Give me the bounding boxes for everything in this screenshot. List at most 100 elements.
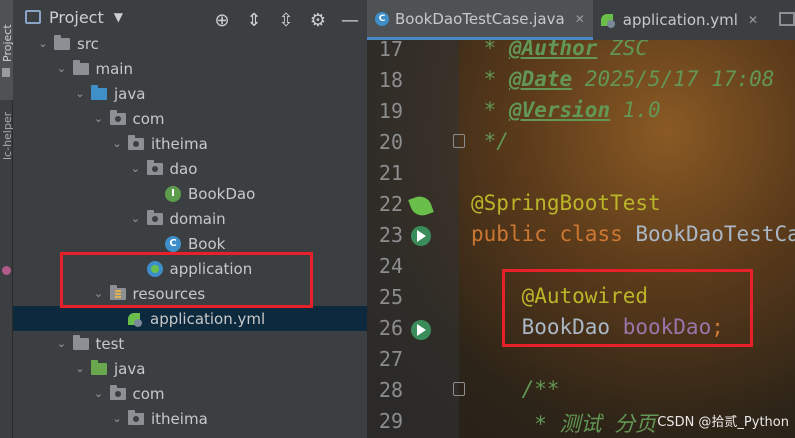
chevron-down-icon[interactable]: ⌄ xyxy=(94,287,104,300)
code-editor[interactable]: 17 * @Author ZSC 18 * @Date 2025/5/17 17:… xyxy=(367,0,795,438)
tree-item[interactable]: ⌄ test xyxy=(13,331,367,356)
package-icon xyxy=(128,134,144,150)
tree-item-label: dao xyxy=(169,159,198,178)
tree-item[interactable]: ⌄ itheima xyxy=(13,131,367,156)
tree-item[interactable]: ⌄ com xyxy=(13,106,367,131)
interface-icon: I xyxy=(165,185,181,202)
code-line[interactable]: /** xyxy=(471,377,560,401)
gear-icon[interactable]: ⚙ xyxy=(307,10,329,32)
project-panel: ⌄ src ⌄ main ⌄ java ⌄ com ⌄ itheima ⌄ dao ⌄ I BookDao ⌄… xyxy=(13,0,367,438)
line-number: 18 xyxy=(378,68,403,92)
chevron-down-icon[interactable]: ⌄ xyxy=(112,137,122,150)
editor-tab-bar: C BookDaoTestCase.java ✕ application.yml… xyxy=(367,0,795,40)
line-number: 24 xyxy=(378,254,403,278)
line-number: 19 xyxy=(378,99,403,123)
tree-item[interactable]: ⌄ dao xyxy=(13,156,367,181)
tree-item[interactable]: ⌄ java xyxy=(13,356,367,381)
tool-window-strip: Project lc-helper xyxy=(0,0,14,438)
tab-label: application.yml xyxy=(622,11,738,29)
chevron-down-icon[interactable]: ⌄ xyxy=(94,387,104,400)
watermark: CSDN @拾贰_Python xyxy=(657,415,789,430)
code-token: @Autowired xyxy=(471,284,649,308)
autowired-navigate-icon[interactable] xyxy=(411,320,431,340)
tree-item[interactable]: ⌄ main xyxy=(13,56,367,81)
close-icon[interactable]: ✕ xyxy=(575,12,585,26)
project-tool-tab[interactable]: Project xyxy=(0,0,14,100)
code-line[interactable]: * @Version 1.0 xyxy=(471,98,661,122)
package-icon xyxy=(109,109,126,125)
tree-item[interactable]: ⌄IBookDao xyxy=(13,181,367,206)
project-view-icon xyxy=(25,10,41,24)
code-line[interactable]: * @Date 2025/5/17 17:08 xyxy=(471,67,775,91)
expand-icon[interactable]: ⇕ xyxy=(243,10,265,32)
code-token: class xyxy=(559,222,636,246)
tree-item-label: application.yml xyxy=(150,309,266,328)
run-test-icon[interactable] xyxy=(411,226,431,246)
line-number: 29 xyxy=(378,409,403,433)
source-folder-icon xyxy=(91,84,107,100)
code-token: * xyxy=(471,67,509,91)
tree-item[interactable]: ⌄ resources xyxy=(13,281,367,306)
line-number: 27 xyxy=(378,347,403,371)
code-line[interactable]: public class BookDaoTestCase xyxy=(471,222,795,246)
java-class-icon: C xyxy=(375,11,389,26)
chevron-down-icon[interactable]: ⌄ xyxy=(75,362,85,375)
tree-item-label: domain xyxy=(169,209,226,228)
spring-application-icon xyxy=(146,260,163,277)
folder-icon xyxy=(72,59,89,75)
code-line[interactable]: @Autowired xyxy=(471,284,648,308)
lc-helper-icon xyxy=(2,266,11,275)
tree-item[interactable]: ⌄ src xyxy=(13,31,367,56)
tree-item[interactable]: ⌄ domain xyxy=(13,206,367,231)
split-view-icon[interactable] xyxy=(779,12,795,26)
code-token: BookDao xyxy=(471,315,623,339)
project-panel-title: Project xyxy=(49,7,104,27)
code-token: 1.0 xyxy=(610,98,661,122)
tree-item-label: itheima xyxy=(151,409,208,428)
chevron-down-icon[interactable]: ⌄ xyxy=(38,37,48,50)
line-number: 17 xyxy=(378,37,403,61)
chevron-down-icon[interactable]: ⌄ xyxy=(131,212,141,225)
code-token: @Date xyxy=(508,67,573,91)
tab-application-yml[interactable]: application.yml ✕ xyxy=(593,0,766,40)
tree-item[interactable]: ⌄application.yml xyxy=(13,306,367,331)
line-number: 20 xyxy=(378,130,403,154)
lc-helper-dot xyxy=(0,100,13,275)
code-line[interactable]: */ xyxy=(471,129,509,153)
tree-item[interactable]: ⌄ itheima xyxy=(13,406,367,431)
code-line[interactable]: BookDao bookDao; xyxy=(471,315,724,339)
tab-bookdaotestcase[interactable]: C BookDaoTestCase.java ✕ xyxy=(367,0,593,40)
chevron-down-icon[interactable]: ⌄ xyxy=(57,62,67,75)
tree-item-label: application xyxy=(169,259,253,278)
code-line[interactable]: @SpringBootTest xyxy=(471,191,661,215)
resources-folder-icon xyxy=(109,284,126,300)
code-token: * 测试 分页 xyxy=(471,412,657,436)
fold-marker-icon[interactable] xyxy=(453,382,465,396)
code-token: 2025/5/17 17:08 xyxy=(572,67,775,91)
yml-file-icon xyxy=(600,12,617,28)
project-view-selector[interactable]: Project ▼ xyxy=(25,8,123,27)
tree-item-label: main xyxy=(95,59,133,78)
collapse-icon[interactable]: ⇳ xyxy=(275,10,297,32)
class-icon: C xyxy=(165,235,181,252)
tree-item[interactable]: ⌄CBook xyxy=(13,231,367,256)
tree-item[interactable]: ⌄ com xyxy=(13,381,367,406)
code-token: @SpringBootTest xyxy=(471,191,661,215)
chevron-down-icon[interactable]: ⌄ xyxy=(112,412,122,425)
chevron-down-icon[interactable]: ⌄ xyxy=(131,162,141,175)
project-folder-icon xyxy=(2,68,10,77)
chevron-down-icon[interactable]: ⌄ xyxy=(94,112,104,125)
chevron-down-icon[interactable]: ⌄ xyxy=(75,87,85,100)
code-token: bookDao xyxy=(622,315,712,339)
tree-item[interactable]: ⌄application xyxy=(13,256,367,281)
line-number: 21 xyxy=(378,161,403,185)
target-icon[interactable]: ⊕ xyxy=(211,10,233,32)
chevron-down-icon[interactable]: ⌄ xyxy=(57,337,67,350)
close-icon[interactable]: ✕ xyxy=(748,13,758,27)
tree-item[interactable]: ⌄ java xyxy=(13,81,367,106)
fold-marker-icon[interactable] xyxy=(453,134,465,148)
folder-icon xyxy=(54,34,70,50)
minimize-icon[interactable]: — xyxy=(339,10,361,32)
folder-icon xyxy=(72,334,89,350)
code-line[interactable]: * 测试 分页 xyxy=(471,408,656,438)
